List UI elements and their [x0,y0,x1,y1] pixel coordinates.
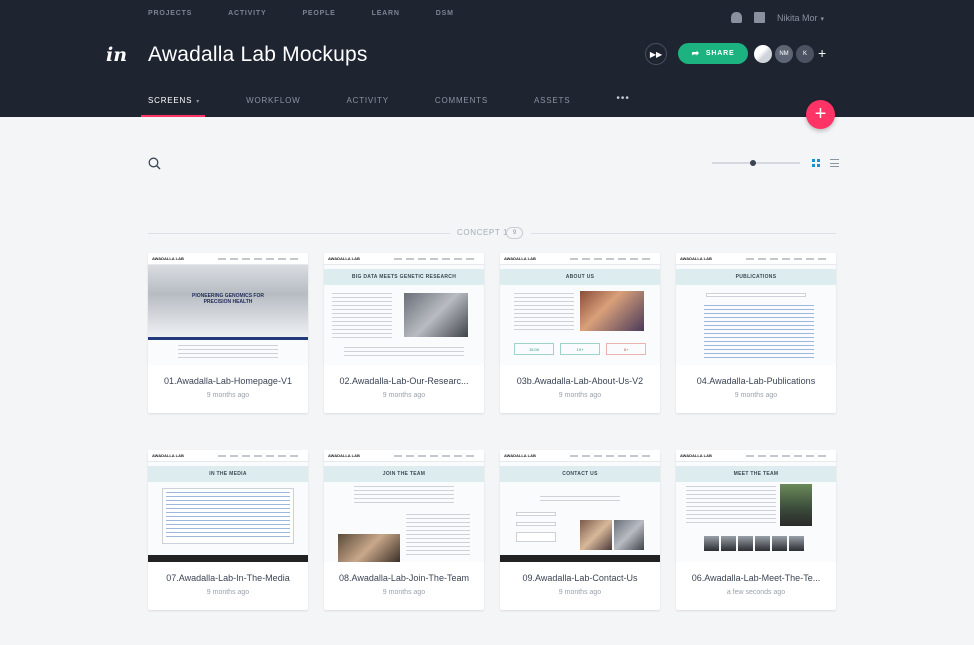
gift-icon[interactable] [753,11,765,23]
zoom-slider-handle[interactable] [750,160,756,166]
topnav-dsm[interactable]: DSM [436,10,454,17]
screen-timestamp: 9 months ago [206,392,250,399]
tab-screens[interactable]: SCREENS ▾ [140,96,206,117]
zoom-slider-track[interactable] [712,162,800,164]
add-screen-button[interactable]: + [806,100,835,129]
screen-card[interactable]: AWADALLA LAB BIG DATA MEETS GENETIC RESE… [324,253,484,413]
tab-activity[interactable]: ACTIVITY [347,96,389,117]
screen-name: 03b.Awadalla-Lab-About-Us-V2 [516,376,644,386]
user-area: Nikita Mor ▾ [730,8,824,26]
screen-card[interactable]: AWADALLA LAB PIONEERING GENOMICS FOR PRE… [148,253,308,413]
avatar[interactable] [752,43,774,65]
topnav-projects[interactable]: PROJECTS [148,10,192,17]
screen-card[interactable]: AWADALLA LAB JOIN THE TEAM 08.Awadalla-L… [324,450,484,610]
share-button[interactable]: ➦ SHARE [678,43,748,64]
project-tabs: SCREENS ▾ WORKFLOW ACTIVITY COMMENTS ASSE… [140,93,630,117]
search-icon[interactable] [148,157,161,170]
screen-thumbnail: AWADALLA LAB JOIN THE TEAM [324,450,484,562]
share-label: SHARE [705,50,735,57]
screen-thumbnail: AWADALLA LAB PUBLICATIONS [676,253,836,365]
add-collaborator-button[interactable]: + [818,45,826,61]
user-name: Nikita Mor [776,13,818,23]
screen-timestamp: 9 months ago [382,392,426,399]
screen-timestamp: 9 months ago [558,392,602,399]
screen-name: 09.Awadalla-Lab-Contact-Us [522,573,638,583]
screen-card[interactable]: AWADALLA LAB IN THE MEDIA 07.Awadalla-La… [148,450,308,610]
tab-assets[interactable]: ASSETS [534,96,570,117]
screen-card[interactable]: AWADALLA LAB ABOUT US 15.00 10+ 8+ 03b.A… [500,253,660,413]
user-menu[interactable]: Nikita Mor ▾ [777,8,824,26]
avatar-nm[interactable]: NM [773,43,795,65]
screen-name: 01.Awadalla-Lab-Homepage-V1 [164,376,292,386]
invision-logo[interactable]: in [106,44,127,66]
section-title[interactable]: CONCEPT 1 [457,228,508,237]
section-count-badge: 9 [506,227,523,239]
bell-icon[interactable] [730,11,742,23]
topnav-people[interactable]: PEOPLE [302,10,335,17]
tab-comments[interactable]: COMMENTS [435,96,488,117]
topnav-learn[interactable]: LEARN [372,10,400,17]
screen-thumbnail: AWADALLA LAB CONTACT US [500,450,660,562]
screen-timestamp: 9 months ago [558,589,602,596]
avatar-k[interactable]: K [794,43,816,65]
tab-label: SCREENS [148,96,193,105]
list-view-icon[interactable] [830,159,839,167]
screen-card[interactable]: AWADALLA LAB MEET THE TEAM 06.Awadalla-L… [676,450,836,610]
tab-workflow[interactable]: WORKFLOW [246,96,300,117]
section-divider [148,233,450,234]
screen-timestamp: 9 months ago [734,392,778,399]
screen-timestamp: 9 months ago [206,589,250,596]
screen-name: 07.Awadalla-Lab-In-The-Media [166,573,290,583]
screen-thumbnail: AWADALLA LAB IN THE MEDIA [148,450,308,562]
project-title: Awadalla Lab Mockups [148,43,368,66]
screen-thumbnail: AWADALLA LAB ABOUT US 15.00 10+ 8+ [500,253,660,365]
screen-name: 06.Awadalla-Lab-Meet-The-Te... [691,573,821,583]
more-menu-icon[interactable]: ••• [616,93,630,117]
topnav-activity[interactable]: ACTIVITY [228,10,266,17]
screen-timestamp: 9 months ago [382,589,426,596]
top-nav: PROJECTS ACTIVITY PEOPLE LEARN DSM [148,10,490,17]
screen-name: 04.Awadalla-Lab-Publications [696,376,816,386]
screen-timestamp: a few seconds ago [726,589,786,596]
app-header: PROJECTS ACTIVITY PEOPLE LEARN DSM Nikit… [0,0,974,117]
screen-card[interactable]: AWADALLA LAB PUBLICATIONS 04.Awadalla-La… [676,253,836,413]
screen-name: 08.Awadalla-Lab-Join-The-Team [339,573,469,583]
section-divider [531,233,836,234]
screen-card[interactable]: AWADALLA LAB CONTACT US 09.Awadalla-Lab-… [500,450,660,610]
chevron-down-icon: ▾ [196,99,201,105]
fast-forward-icon[interactable]: ▶▶ [645,43,667,65]
screen-thumbnail: AWADALLA LAB BIG DATA MEETS GENETIC RESE… [324,253,484,365]
share-arrow-icon: ➦ [691,48,700,58]
screen-thumbnail: AWADALLA LAB MEET THE TEAM [676,450,836,562]
grid-view-icon[interactable] [812,159,820,167]
screen-thumbnail: AWADALLA LAB PIONEERING GENOMICS FOR PRE… [148,253,308,365]
screen-name: 02.Awadalla-Lab-Our-Researc... [339,376,469,386]
chevron-down-icon: ▾ [820,16,824,23]
